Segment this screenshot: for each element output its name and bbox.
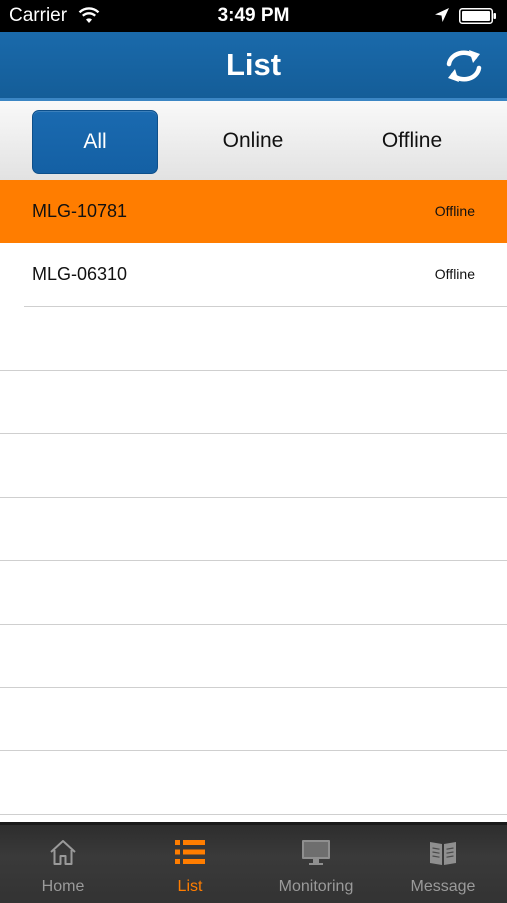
row-divider — [0, 370, 507, 371]
tab-home[interactable]: Home — [0, 825, 126, 903]
list-icon — [175, 840, 205, 864]
row-divider — [0, 497, 507, 498]
row-divider — [24, 306, 507, 307]
row-divider — [0, 624, 507, 625]
page-title: List — [225, 47, 282, 82]
row-divider — [0, 560, 507, 561]
battery-icon — [459, 8, 496, 24]
row-divider — [0, 814, 507, 815]
monitor-icon — [302, 840, 330, 865]
device-status: Offline — [434, 203, 475, 219]
device-name: MLG-06310 — [32, 264, 128, 284]
tab-list[interactable]: List — [127, 825, 253, 903]
tab-monitoring[interactable]: Monitoring — [253, 825, 379, 903]
filter-offline-segment[interactable]: Offline — [349, 110, 475, 172]
status-time: 3:49 PM — [217, 5, 290, 26]
row-divider — [0, 433, 507, 434]
tab-message-label: Message — [410, 878, 476, 895]
tab-message[interactable]: Message — [380, 825, 506, 903]
row-divider — [0, 750, 507, 751]
device-status: Offline — [434, 266, 475, 282]
device-list: MLG-10781 Offline MLG-06310 Offline — [0, 180, 507, 822]
device-name: MLG-10781 — [32, 201, 128, 221]
device-row[interactable]: MLG-10781 Offline — [0, 180, 507, 243]
message-icon — [430, 842, 456, 865]
refresh-button[interactable] — [442, 46, 486, 86]
filter-online-segment[interactable]: Online — [190, 110, 316, 172]
refresh-icon — [446, 50, 482, 82]
device-row[interactable]: MLG-06310 Offline — [0, 243, 507, 306]
status-bar: Carrier 3:49 PM — [0, 0, 507, 32]
home-icon — [50, 840, 76, 865]
tab-list-label: List — [177, 878, 203, 895]
tab-monitoring-label: Monitoring — [278, 878, 354, 895]
tab-bar: Home List Monitoring Message — [0, 822, 507, 903]
filter-all-segment[interactable]: All — [32, 110, 158, 174]
filter-segmented-control: All Online Offline — [0, 101, 507, 180]
nav-bar: List — [0, 32, 507, 101]
location-arrow-icon — [435, 8, 449, 22]
tab-home-label: Home — [41, 878, 85, 895]
row-divider — [0, 687, 507, 688]
